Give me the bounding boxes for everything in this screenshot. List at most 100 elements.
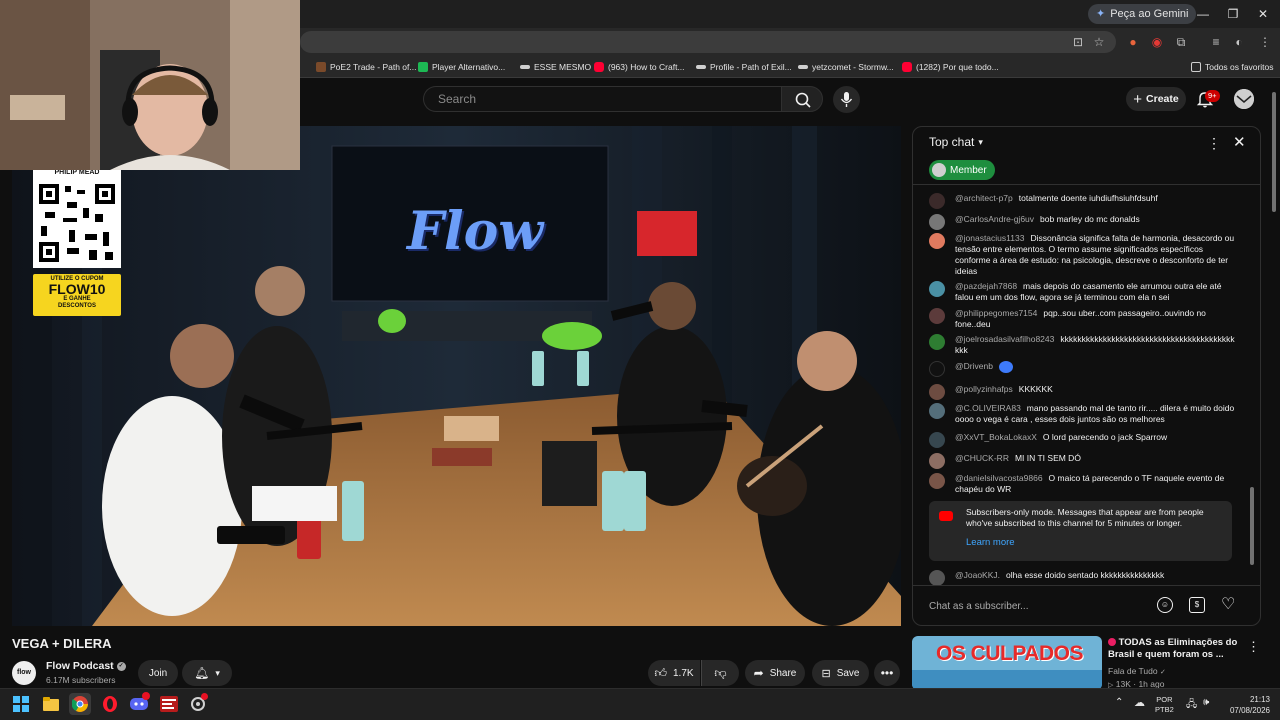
bookmark-item[interactable]: Profile - Path of Exil... [696, 60, 792, 74]
extension-red-icon[interactable]: ◉ [1148, 33, 1166, 51]
video-player[interactable]: Flow PHILIP MEAD UTILIZE O CUPOM FLOW10 … [12, 126, 901, 626]
chat-author: @philippegomes7154 [955, 308, 1038, 318]
account-avatar[interactable] [1234, 89, 1254, 109]
chat-message[interactable]: @architect-p7p totalmente doente iuhdiufh… [929, 193, 1235, 209]
clock-time: 21:13 [1249, 695, 1270, 704]
chat-message[interactable]: @danielsilvacosta9866 O maico tá parecend… [929, 473, 1235, 495]
file-explorer-icon[interactable] [40, 693, 62, 715]
chat-input[interactable] [929, 593, 1149, 619]
news-app-icon [160, 696, 178, 712]
chat-mode-dropdown[interactable]: Top chat ▾ [929, 135, 983, 149]
chat-input-row: ☺ $ ♡ [913, 585, 1260, 625]
sponsor-panel: PHILIP MEAD UTILIZE O CUPOM FLOW10 E GAN… [33, 168, 121, 316]
chat-more-options-icon[interactable]: ⋮ [1207, 135, 1221, 152]
video-title: VEGA + DILERA [12, 636, 112, 651]
bookmark-star-icon[interactable]: ☆ [1090, 33, 1108, 51]
chat-message[interactable]: @C.OLIVEIRA83 mano passando mal de tanto … [929, 403, 1235, 425]
opera-taskbar-icon[interactable] [99, 693, 121, 715]
media-queue-icon[interactable]: ≡ [1207, 33, 1225, 51]
recommendation-channel[interactable]: Fala de Tudo ✓ [1108, 666, 1166, 676]
close-window-button[interactable]: ✕ [1250, 4, 1276, 24]
create-button[interactable]: + Create [1126, 87, 1186, 111]
emoji-icon[interactable]: ☺ [1157, 597, 1173, 613]
minimize-window-button[interactable]: — [1190, 4, 1216, 24]
chat-message[interactable]: @CHUCK-RR MI IN TI SEM DÓ [929, 453, 1235, 469]
all-bookmarks-folder[interactable]: Todos os favoritos [1191, 60, 1274, 74]
chat-text: KKKKKK [1018, 384, 1053, 394]
start-button[interactable] [10, 693, 32, 715]
chat-message[interactable]: @XxVT_BokaLokaxX O lord parecendo o jack … [929, 432, 1235, 448]
taskbar-clock[interactable]: 21:13 07/08/2026 [1222, 694, 1270, 716]
channel-avatar[interactable]: flow [12, 661, 36, 685]
chat-message[interactable]: @CarlosAndre-gj6uv bob marley do mc donal… [929, 214, 1235, 230]
profile-icon[interactable]: ◐ [1230, 33, 1248, 51]
tray-chevron-up-icon[interactable]: ⌃ [1115, 697, 1123, 708]
ask-gemini-label: Peça ao Gemini [1110, 8, 1189, 20]
install-app-icon[interactable]: ⊡ [1069, 33, 1087, 51]
super-chat-icon[interactable]: $ [1189, 597, 1205, 613]
cloud-icon[interactable]: ☁ [1134, 696, 1145, 709]
page-scrollbar[interactable] [1271, 82, 1277, 682]
language-code: POR [1156, 695, 1173, 704]
chat-author: @joelrosadasilvafilho8243 [955, 334, 1055, 344]
flow-logo: Flow [407, 201, 544, 262]
restore-window-button[interactable]: ❐ [1220, 4, 1246, 24]
bookmark-item[interactable]: PoE2 Trade - Path of... [316, 60, 416, 74]
recommendation-title[interactable]: TODAS as Eliminações do Brasil e quem fo… [1108, 637, 1248, 661]
subscription-bell-button[interactable]: 🔔︎ ▾ [182, 660, 232, 686]
verified-icon: ✓ [116, 661, 126, 671]
voice-search-button[interactable] [833, 86, 860, 113]
coupon-code: FLOW10 [48, 281, 106, 297]
recommendation-thumbnail[interactable]: OS CULPADOS [912, 636, 1102, 690]
chat-message[interactable]: @Drivenb [929, 361, 1235, 377]
heart-icon[interactable]: ♡ [1221, 594, 1235, 614]
chat-avatar [929, 570, 945, 586]
chat-text: MI IN TI SEM DÓ [1014, 453, 1081, 463]
share-button[interactable]: ➦ Share [745, 660, 805, 686]
join-button[interactable]: Join [138, 660, 178, 686]
windows-logo-icon [13, 696, 29, 712]
chat-message[interactable]: @jonastacius1133 Dissonância significa fa… [929, 233, 1235, 277]
bookmark-item[interactable]: (963) How to Craft... [594, 60, 685, 74]
notification-count-badge: 9+ [1205, 90, 1220, 102]
channel-name[interactable]: Flow Podcast ✓ [46, 660, 126, 672]
like-button[interactable]: 👍︎ 1.7K [648, 660, 700, 686]
chat-scroll-thumb[interactable] [1250, 487, 1254, 565]
green-box-icon [418, 62, 428, 72]
dislike-button[interactable]: 👎︎ [701, 660, 739, 686]
chat-scrollbar[interactable] [1249, 189, 1255, 583]
save-icon: ⊟ [821, 667, 831, 680]
microphone-icon [840, 92, 853, 107]
news-taskbar-icon[interactable] [158, 693, 180, 715]
chrome-taskbar-icon[interactable] [69, 693, 91, 715]
bookmark-item[interactable]: yetzcomet - Stormw... [798, 60, 894, 74]
bookmark-item[interactable]: (1282) Por que todo... [902, 60, 999, 74]
recommendation-menu-icon[interactable]: ⋮ [1247, 639, 1260, 655]
chat-message[interactable]: @philippegomes7154 pqp..sou uber..com pas… [929, 308, 1235, 330]
keyboard-language[interactable]: POR PTB2 [1155, 695, 1174, 715]
bookmark-item[interactable]: Player Alternativo... [418, 60, 505, 74]
address-bar[interactable] [300, 31, 1116, 53]
search-input[interactable] [424, 87, 781, 111]
close-chat-icon[interactable]: ✕ [1233, 133, 1246, 151]
like-count: 1.7K [672, 667, 694, 679]
browser-menu-icon[interactable]: ⋮ [1256, 33, 1274, 51]
extensions-puzzle-icon[interactable]: ⧉ [1172, 33, 1190, 51]
learn-more-link[interactable]: Learn more [966, 537, 1015, 548]
page-scroll-thumb[interactable] [1272, 92, 1276, 212]
chat-message[interactable]: @JoaoKKJ. olha esse doido sentado kkkkkkk… [929, 570, 1235, 586]
volume-icon[interactable]: 🕪︎ [1203, 697, 1209, 708]
ask-gemini-button[interactable]: ✦ Peça ao Gemini [1088, 4, 1197, 24]
more-actions-button[interactable]: ••• [874, 660, 900, 686]
save-button[interactable]: ⊟ Save [812, 660, 869, 686]
search-button[interactable] [781, 86, 823, 112]
chat-message[interactable]: @pazdejah7868 mais depois do casamento el… [929, 281, 1235, 303]
chat-message[interactable]: @pollyzinhafps KKKKKK [929, 384, 1235, 400]
webcam-overlay [0, 0, 300, 170]
chat-message[interactable]: @joelrosadasilvafilho8243 kkkkkkkkkkkkkkk… [929, 334, 1235, 356]
bookmark-item[interactable]: ESSE MESMO [520, 60, 591, 74]
member-chip[interactable]: Member [929, 160, 995, 180]
chat-avatar [929, 193, 945, 209]
extension-fox-icon[interactable]: ● [1124, 33, 1142, 51]
network-icon[interactable]: 🖧︎ [1186, 697, 1197, 714]
